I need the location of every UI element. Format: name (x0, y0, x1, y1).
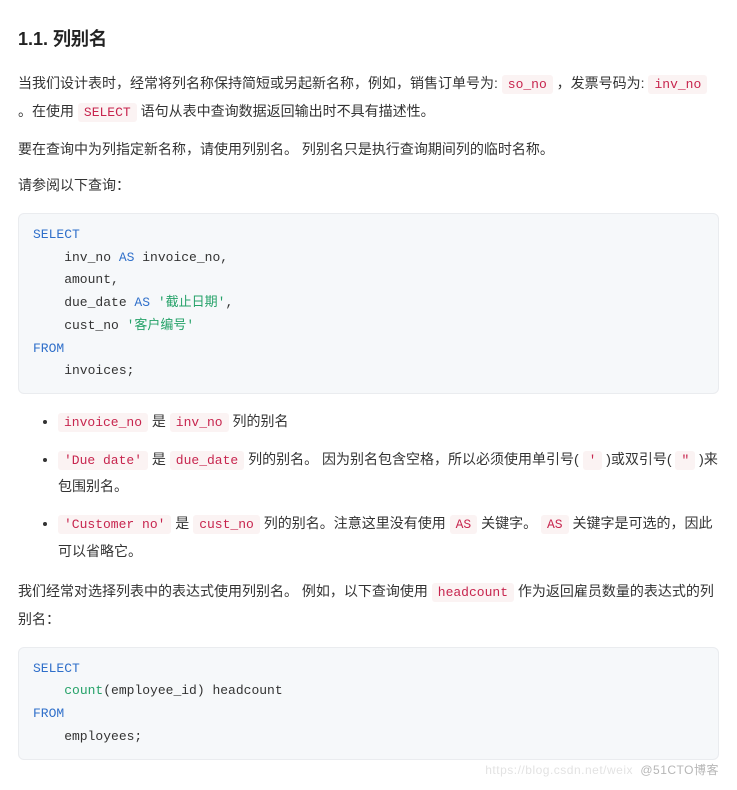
paragraph-2: 要在查询中为列指定新名称，请使用列别名。 列别名只是执行查询期间列的临时名称。 (18, 136, 719, 163)
section-heading: 1.1. 列别名 (18, 22, 719, 56)
inline-code: inv_no (170, 413, 229, 432)
text: 列的别名 (229, 413, 289, 429)
inline-code: inv_no (648, 75, 707, 94)
text: 语句从表中查询数据返回输出时不具有描述性。 (137, 103, 435, 119)
watermark: @51CTO博客 (640, 759, 719, 782)
code-line: cust_no '客户编号' (33, 318, 194, 333)
list-item: 'Due date' 是 due_date 列的别名。 因为别名包含空格，所以必… (58, 446, 719, 500)
text: ，发票号码为: (553, 75, 649, 91)
text: 列的别名。 因为别名包含空格，所以必须使用单引号( (244, 451, 582, 467)
inline-code: AS (541, 515, 569, 534)
text: 是 (171, 515, 193, 531)
kw: SELECT (33, 661, 80, 676)
text: 是 (148, 451, 170, 467)
paragraph-1: 当我们设计表时，经常将列名称保持简短或另起新名称，例如，销售订单号为: so_n… (18, 70, 719, 125)
inline-code: ' (583, 451, 603, 470)
paragraph-4: 我们经常对选择列表中的表达式使用列别名。 例如，以下查询使用 headcount… (18, 578, 719, 632)
inline-code: 'Due date' (58, 451, 148, 470)
inline-code: " (675, 451, 695, 470)
text: )或双引号( (602, 451, 675, 467)
watermark-faint: https://blog.csdn.net/weix (485, 759, 633, 782)
inline-code: cust_no (193, 515, 260, 534)
text: 我们经常对选择列表中的表达式使用列别名。 例如，以下查询使用 (18, 583, 432, 599)
code-block-2: SELECT count(employee_id) headcount FROM… (18, 647, 719, 760)
kw: FROM (33, 706, 64, 721)
code-block-1: SELECT inv_no AS invoice_no, amount, due… (18, 213, 719, 394)
inline-code: so_no (502, 75, 553, 94)
code-line: count(employee_id) headcount (33, 683, 283, 698)
code-line: due_date AS '截止日期', (33, 295, 233, 310)
code-line: employees; (33, 729, 142, 744)
kw: SELECT (33, 227, 80, 242)
text: 关键字。 (477, 515, 541, 531)
inline-code: AS (450, 515, 478, 534)
inline-code: invoice_no (58, 413, 148, 432)
text: 列的别名。注意这里没有使用 (260, 515, 450, 531)
list-item: invoice_no 是 inv_no 列的别名 (58, 408, 719, 436)
text: 。在使用 (18, 103, 78, 119)
code-line: inv_no AS invoice_no, (33, 250, 228, 265)
text: 是 (148, 413, 170, 429)
code-line: invoices; (33, 363, 134, 378)
kw: FROM (33, 341, 64, 356)
bullet-list: invoice_no 是 inv_no 列的别名 'Due date' 是 du… (18, 408, 719, 564)
list-item: 'Customer no' 是 cust_no 列的别名。注意这里没有使用 AS… (58, 510, 719, 564)
code-line: amount, (33, 272, 119, 287)
inline-code: headcount (432, 583, 514, 602)
inline-code: 'Customer no' (58, 515, 171, 534)
inline-code: SELECT (78, 103, 137, 122)
paragraph-3: 请参阅以下查询： (18, 172, 719, 199)
text: 当我们设计表时，经常将列名称保持简短或另起新名称，例如，销售订单号为: (18, 75, 502, 91)
inline-code: due_date (170, 451, 244, 470)
